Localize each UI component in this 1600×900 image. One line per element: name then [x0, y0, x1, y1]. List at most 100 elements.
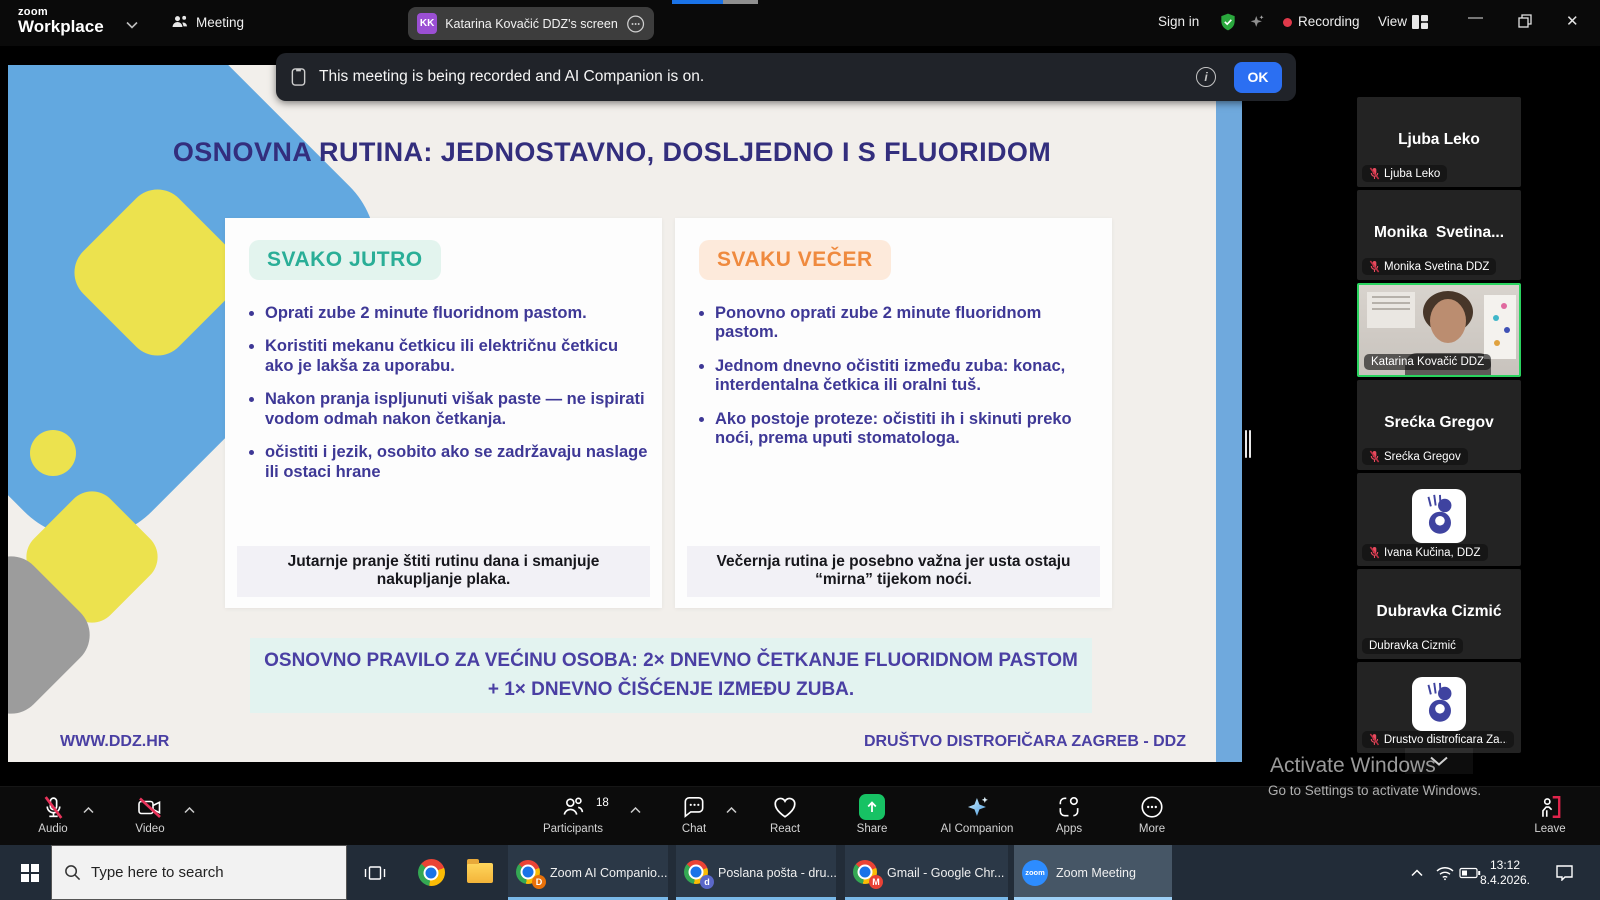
ai-companion-icon [964, 793, 991, 821]
share-button[interactable]: Share [817, 793, 927, 835]
participant-tile[interactable]: Ljuba LekoLjuba Leko [1357, 97, 1521, 187]
view-grid-icon[interactable] [1412, 15, 1428, 34]
meeting-people-icon [170, 12, 190, 37]
participant-name-pill: Monika Svetina DDZ [1362, 258, 1496, 275]
participant-display-name: Dubravka Cizmić [1357, 603, 1521, 621]
slide-bullet: Oprati zube 2 minute fluoridnom pastom. [265, 304, 648, 323]
participant-name-label: Monika Svetina DDZ [1384, 261, 1489, 273]
search-placeholder: Type here to search [91, 864, 224, 881]
ok-button[interactable]: OK [1234, 62, 1282, 93]
morning-badge: SVAKO JUTRO [249, 240, 441, 280]
camera-muted-icon [136, 793, 164, 821]
decor-yellow-circle [30, 430, 76, 476]
search-input[interactable]: Type here to search [51, 845, 347, 900]
top-edge-gray-indicator [723, 0, 758, 4]
audio-options-chevron[interactable] [83, 801, 94, 819]
taskbar-app-label: Zoom Meeting [1056, 866, 1136, 880]
mic-muted-icon [1369, 546, 1380, 559]
title-bar: zoom Workplace Meeting KK Katarina Kovač… [0, 0, 1600, 46]
taskbar-app-chrome-0[interactable]: D Zoom AI Companio... [508, 845, 668, 900]
participant-name-label: Ivana Kučina, DDZ [1384, 547, 1481, 559]
restore-button[interactable] [1518, 14, 1532, 32]
search-icon [64, 864, 81, 881]
slide-bullet: Ako postoje proteze: očistiti ih i skinu… [715, 410, 1098, 449]
workplace-logo: Workplace [18, 17, 104, 37]
minimize-button[interactable]: — [1468, 9, 1483, 26]
tab-more-icon[interactable] [626, 14, 645, 34]
participant-tile[interactable]: Katarina Kovačić DDZ [1357, 283, 1521, 377]
participant-tile[interactable]: Srećka GregovSrećka Gregov [1357, 380, 1521, 470]
close-button[interactable]: ✕ [1566, 12, 1579, 30]
activate-windows-watermark: Activate Windows [1270, 754, 1436, 778]
view-button[interactable]: View [1378, 14, 1407, 29]
recording-banner-icon [290, 67, 307, 87]
slide-bullet: Ponovno oprati zube 2 minute fluoridnom … [715, 304, 1098, 343]
participant-tile[interactable]: Drustvo distroficara Za... [1357, 662, 1521, 753]
recording-dot-icon [1283, 18, 1292, 27]
more-button[interactable]: More [1097, 793, 1207, 835]
workspace-chevron-icon[interactable] [126, 16, 138, 34]
zoom-meeting-window: zoom Workplace Meeting KK Katarina Kovač… [0, 0, 1600, 900]
file-explorer-icon[interactable] [458, 845, 502, 900]
participant-name-pill: Ivana Kučina, DDZ [1362, 544, 1488, 561]
taskbar-app-label: Gmail - Google Chr... [887, 866, 1004, 880]
leave-icon [1537, 793, 1563, 821]
participant-avatar [1412, 489, 1466, 543]
participant-name-label: Katarina Kovačić DDZ [1371, 356, 1484, 368]
chrome-icon: d [684, 860, 710, 886]
chat-icon [681, 793, 707, 821]
ddz-logo-icon [1416, 681, 1462, 727]
morning-card: SVAKO JUTRO Oprati zube 2 minute fluorid… [225, 218, 662, 608]
start-button[interactable] [10, 845, 50, 900]
task-view-button[interactable] [353, 845, 397, 900]
mic-muted-icon [1369, 260, 1380, 273]
activate-windows-hint: Go to Settings to activate Windows. [1268, 783, 1481, 798]
shared-screen-tab-label: Katarina Kovačić DDZ's screen [445, 17, 618, 31]
heart-icon [772, 793, 798, 821]
taskbar-app-label: Zoom AI Companio... [550, 866, 667, 880]
slide-bullet: Jednom dnevno očistiti između zuba: kona… [715, 357, 1098, 396]
favicon-badge: M [869, 875, 883, 889]
tab-meeting[interactable]: Meeting [196, 15, 244, 30]
taskbar-app-chrome-1[interactable]: d Poslana pošta - dru... [676, 845, 836, 900]
slide-bullet: Koristiti mekanu četkicu ili električnu … [265, 337, 648, 376]
taskbar-app-chrome-2[interactable]: M Gmail - Google Chr... [845, 845, 1008, 900]
chrome-taskbar-icon[interactable] [409, 845, 453, 900]
chrome-icon: M [853, 860, 879, 886]
clock-date: 8.4.2026. [1480, 873, 1530, 888]
participant-name-label: Dubravka Cizmić [1369, 640, 1456, 652]
mic-muted-icon [41, 793, 66, 821]
share-icon [859, 794, 885, 820]
participant-name-pill: Dubravka Cizmić [1362, 638, 1463, 654]
chrome-icon: D [516, 860, 542, 886]
participant-tile[interactable]: Ivana Kučina, DDZ [1357, 473, 1521, 566]
system-clock[interactable]: 13:12 8.4.2026. [1466, 845, 1544, 900]
participants-button[interactable]: Participants [518, 793, 628, 835]
recording-banner: This meeting is being recorded and AI Co… [276, 53, 1296, 101]
tray-chevron-icon[interactable] [1405, 845, 1429, 900]
sign-in-link[interactable]: Sign in [1158, 14, 1199, 29]
taskbar-app-zoom-meeting[interactable]: zoom Zoom Meeting [1014, 845, 1172, 900]
wifi-icon[interactable] [1432, 845, 1458, 900]
action-center-icon[interactable] [1548, 845, 1580, 900]
more-icon [1139, 793, 1165, 821]
clock-time: 13:12 [1490, 858, 1520, 873]
recording-label: Recording [1298, 14, 1360, 29]
mic-muted-icon [1369, 733, 1380, 746]
participant-tile[interactable]: Monika Svetina...Monika Svetina DDZ [1357, 190, 1521, 280]
taskbar-app-label: Poslana pošta - dru... [718, 866, 837, 880]
evening-bullet-list: Ponovno oprati zube 2 minute fluoridnom … [697, 304, 1098, 449]
info-icon[interactable]: i [1196, 67, 1216, 87]
participants-icon [560, 793, 586, 821]
shared-screen-slide: OSNOVNA RUTINA: JEDNOSTAVNO, DOSLJEDNO I… [8, 65, 1242, 762]
zoom-app-icon: zoom [1022, 860, 1048, 886]
video-options-chevron[interactable] [184, 801, 195, 819]
participant-tile[interactable]: Dubravka Cizmić Dubravka Cizmić [1357, 569, 1521, 659]
mic-muted-icon [1369, 450, 1380, 463]
participants-count: 18 [596, 797, 609, 809]
morning-bullet-list: Oprati zube 2 minute fluoridnom pastom. K… [247, 304, 648, 482]
shield-check-icon [1218, 12, 1238, 37]
panel-resize-handle[interactable] [1245, 430, 1253, 458]
leave-button[interactable]: Leave [1495, 793, 1600, 835]
tab-shared-screen[interactable]: KK Katarina Kovačić DDZ's screen [408, 7, 654, 40]
